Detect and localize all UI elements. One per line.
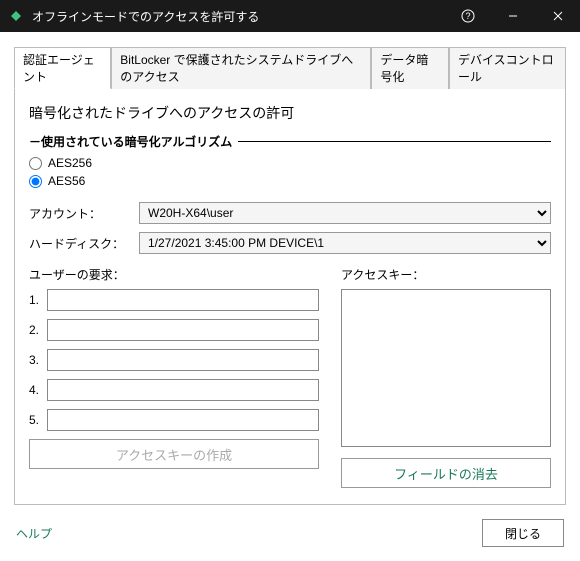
divider-line	[238, 141, 551, 142]
request-input-1[interactable]	[47, 289, 319, 311]
harddisk-select[interactable]: 1/27/2021 3:45:00 PM DEVICE\1	[139, 232, 551, 254]
tab-auth-agent[interactable]: 認証エージェント	[14, 47, 111, 89]
clear-fields-button[interactable]: フィールドの消去	[341, 458, 551, 488]
access-key-column: アクセスキー： フィールドの消去	[341, 266, 551, 488]
num-2: 2.	[29, 323, 47, 337]
request-input-4[interactable]	[47, 379, 319, 401]
harddisk-label: ハードディスク：	[29, 235, 139, 252]
access-key-label: アクセスキー：	[341, 266, 551, 283]
num-4: 4.	[29, 383, 47, 397]
titlebar: オフラインモードでのアクセスを許可する ?	[0, 0, 580, 32]
minimize-button[interactable]	[490, 0, 535, 32]
window-title: オフラインモードでのアクセスを許可する	[32, 8, 445, 25]
svg-text:?: ?	[465, 11, 470, 21]
request-row-4: 4.	[29, 379, 319, 401]
clear-btn-row: フィールドの消去	[341, 458, 551, 488]
radio-aes256[interactable]: AES256	[29, 156, 551, 170]
close-dialog-button[interactable]: 閉じる	[482, 519, 564, 547]
num-5: 5.	[29, 413, 47, 427]
algorithm-group-title: －使用されている暗号化アルゴリズム	[29, 133, 232, 150]
tab-bitlocker[interactable]: BitLocker で保護されたシステムドライブへのアクセス	[111, 47, 371, 89]
help-icon[interactable]: ?	[445, 0, 490, 32]
app-logo-icon	[8, 8, 24, 24]
algorithm-group-header: －使用されている暗号化アルゴリズム	[29, 133, 551, 150]
account-select[interactable]: W20H-X64\user	[139, 202, 551, 224]
request-input-5[interactable]	[47, 409, 319, 431]
access-key-textarea[interactable]	[341, 289, 551, 447]
split-columns: ユーザーの要求： 1. 2. 3. 4. 5.	[29, 266, 551, 488]
num-1: 1.	[29, 293, 47, 307]
radio-aes56-label: AES56	[48, 174, 85, 188]
close-button[interactable]	[535, 0, 580, 32]
num-3: 3.	[29, 353, 47, 367]
create-btn-row: アクセスキーの作成	[29, 439, 319, 469]
request-row-5: 5.	[29, 409, 319, 431]
radio-aes256-label: AES256	[48, 156, 92, 170]
panel: 暗号化されたドライブへのアクセスの許可 －使用されている暗号化アルゴリズム AE…	[14, 89, 566, 505]
request-row-3: 3.	[29, 349, 319, 371]
request-row-1: 1.	[29, 289, 319, 311]
account-row: アカウント： W20H-X64\user	[29, 202, 551, 224]
request-input-2[interactable]	[47, 319, 319, 341]
request-row-2: 2.	[29, 319, 319, 341]
request-input-3[interactable]	[47, 349, 319, 371]
user-request-column: ユーザーの要求： 1. 2. 3. 4. 5.	[29, 266, 319, 488]
user-request-label: ユーザーの要求：	[29, 266, 319, 283]
tab-data-encryption[interactable]: データ暗号化	[371, 47, 449, 89]
content-area: 認証エージェント BitLocker で保護されたシステムドライブへのアクセス …	[0, 32, 580, 505]
create-access-key-button[interactable]: アクセスキーの作成	[29, 439, 319, 469]
tab-device-control[interactable]: デバイスコントロール	[449, 47, 566, 89]
harddisk-row: ハードディスク： 1/27/2021 3:45:00 PM DEVICE\1	[29, 232, 551, 254]
account-label: アカウント：	[29, 205, 139, 222]
radio-aes56[interactable]: AES56	[29, 174, 551, 188]
panel-heading: 暗号化されたドライブへのアクセスの許可	[29, 101, 551, 133]
footer: ヘルプ 閉じる	[0, 505, 580, 561]
help-link[interactable]: ヘルプ	[16, 525, 52, 542]
tab-strip: 認証エージェント BitLocker で保護されたシステムドライブへのアクセス …	[14, 46, 566, 89]
radio-aes56-input[interactable]	[29, 175, 42, 188]
radio-aes256-input[interactable]	[29, 157, 42, 170]
